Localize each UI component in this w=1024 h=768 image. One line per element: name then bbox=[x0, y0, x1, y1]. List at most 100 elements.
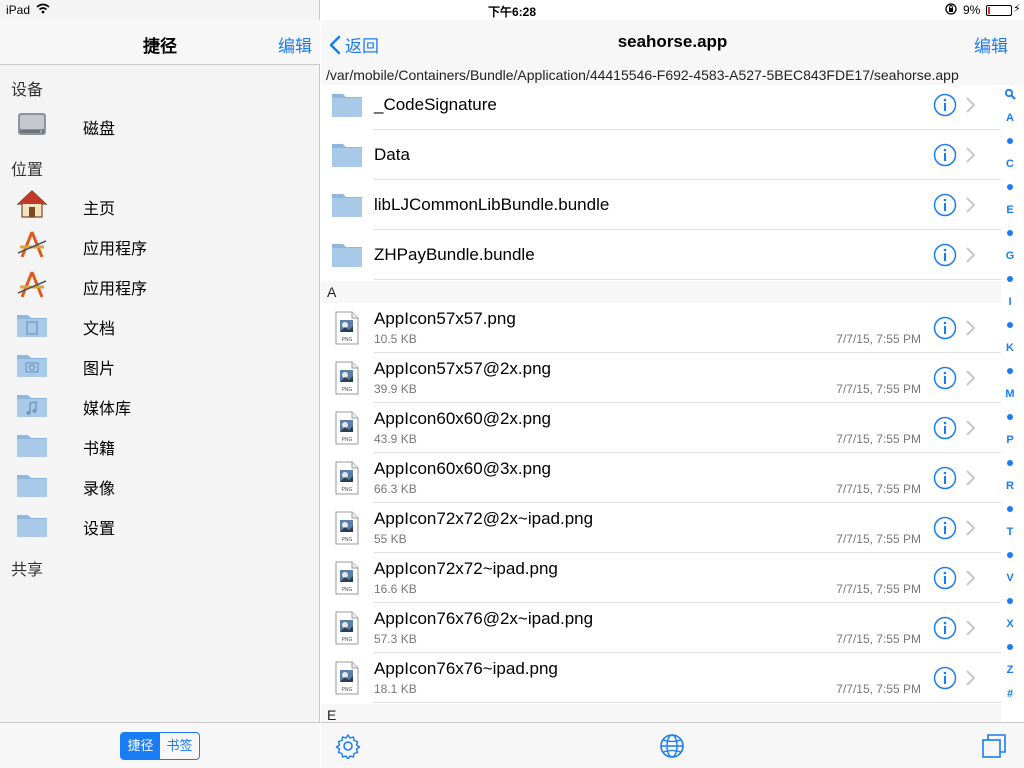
sidebar-item-label: 应用程序 bbox=[83, 281, 148, 298]
index-dot[interactable] bbox=[1007, 230, 1013, 236]
index-letter[interactable]: X bbox=[999, 618, 1021, 630]
file-name: AppIcon76x76@2x~ipad.png bbox=[374, 609, 594, 628]
gear-icon[interactable] bbox=[335, 733, 361, 759]
index-dot[interactable] bbox=[1007, 138, 1013, 144]
search-icon[interactable] bbox=[1004, 88, 1016, 100]
sidebar-item-documents[interactable]: 文档 bbox=[0, 304, 320, 344]
index-dot[interactable] bbox=[1007, 414, 1013, 420]
index-dot[interactable] bbox=[1007, 460, 1013, 466]
index-letter[interactable]: # bbox=[999, 688, 1021, 700]
file-row[interactable]: PNG AppIcon60x60@3x.png 66.3 KB 7/7/15, 7:5… bbox=[321, 453, 1001, 503]
folder-icon bbox=[332, 94, 362, 117]
info-icon[interactable] bbox=[933, 316, 957, 340]
sidebar-item-label: 设置 bbox=[83, 521, 116, 538]
sidebar-item-home[interactable]: 主页 bbox=[0, 184, 320, 224]
index-dot[interactable] bbox=[1007, 644, 1013, 650]
sidebar-item-books[interactable]: 书籍 bbox=[0, 424, 320, 464]
file-size: 55 KB bbox=[374, 532, 407, 546]
index-letter[interactable]: Z bbox=[999, 664, 1021, 676]
index-letter[interactable]: P bbox=[999, 434, 1021, 446]
png-file-icon: PNG bbox=[335, 561, 359, 595]
info-icon[interactable] bbox=[933, 466, 957, 490]
section-header-locations: 位置 bbox=[11, 162, 44, 179]
index-letter[interactable]: A bbox=[999, 112, 1021, 124]
segment-bookmarks[interactable]: 书签 bbox=[160, 733, 199, 759]
index-dot[interactable] bbox=[1007, 368, 1013, 374]
folder-name: _CodeSignature bbox=[374, 95, 497, 114]
chevron-right-icon bbox=[966, 197, 975, 213]
right-edit-button[interactable]: 编辑 bbox=[974, 32, 1008, 57]
sidebar-item-label: 磁盘 bbox=[83, 121, 116, 138]
folder-row[interactable]: _CodeSignature bbox=[321, 80, 1001, 130]
file-row[interactable]: PNG AppIcon76x76@2x~ipad.png 57.3 KB 7/7/15… bbox=[321, 603, 1001, 653]
file-row[interactable]: PNG AppIcon72x72~ipad.png 16.6 KB 7/7/15, 7… bbox=[321, 553, 1001, 603]
file-size: 18.1 KB bbox=[374, 682, 417, 696]
charging-bolt-icon: ⚡ bbox=[1013, 3, 1021, 15]
applications-icon bbox=[16, 269, 48, 299]
info-icon[interactable] bbox=[933, 666, 957, 690]
info-icon[interactable] bbox=[933, 143, 957, 167]
alphabet-index[interactable]: A C E G I K M P R T V X Z # bbox=[999, 86, 1021, 706]
folder-row[interactable]: Data bbox=[321, 130, 1001, 180]
sidebar-item-media-library[interactable]: 媒体库 bbox=[0, 384, 320, 424]
index-dot[interactable] bbox=[1007, 184, 1013, 190]
folder-icon bbox=[16, 429, 48, 459]
sidebar-item-settings[interactable]: 设置 bbox=[0, 504, 320, 544]
index-dot[interactable] bbox=[1007, 552, 1013, 558]
folder-row[interactable]: libLJCommonLibBundle.bundle bbox=[321, 180, 1001, 230]
segment-shortcuts[interactable]: 捷径 bbox=[121, 733, 160, 759]
file-type-label: PNG bbox=[342, 437, 353, 443]
file-size: 66.3 KB bbox=[374, 482, 417, 496]
file-type-label: PNG bbox=[342, 587, 353, 593]
index-letter[interactable]: C bbox=[999, 158, 1021, 170]
png-file-icon: PNG bbox=[335, 511, 359, 545]
info-icon[interactable] bbox=[933, 566, 957, 590]
chevron-right-icon bbox=[966, 520, 975, 536]
info-icon[interactable] bbox=[933, 93, 957, 117]
globe-icon[interactable] bbox=[659, 733, 685, 759]
file-row[interactable]: PNG AppIcon76x76~ipad.png 18.1 KB 7/7/15, 7… bbox=[321, 653, 1001, 703]
folder-row[interactable]: ZHPayBundle.bundle bbox=[321, 230, 1001, 280]
sidebar-item-videos[interactable]: 录像 bbox=[0, 464, 320, 504]
index-letter[interactable]: G bbox=[999, 250, 1021, 262]
sidebar-item-applications-2[interactable]: 应用程序 bbox=[0, 264, 320, 304]
info-icon[interactable] bbox=[933, 616, 957, 640]
windows-icon[interactable] bbox=[981, 733, 1007, 759]
info-icon[interactable] bbox=[933, 243, 957, 267]
info-icon[interactable] bbox=[933, 516, 957, 540]
png-file-icon: PNG bbox=[335, 361, 359, 395]
index-dot[interactable] bbox=[1007, 598, 1013, 604]
index-dot[interactable] bbox=[1007, 276, 1013, 282]
png-file-icon: PNG bbox=[335, 461, 359, 495]
pictures-folder-icon bbox=[16, 349, 48, 379]
index-letter[interactable]: M bbox=[999, 388, 1021, 400]
info-icon[interactable] bbox=[933, 416, 957, 440]
index-letter[interactable]: I bbox=[999, 296, 1021, 308]
index-letter[interactable]: V bbox=[999, 572, 1021, 584]
sidebar-item-disk[interactable]: 磁盘 bbox=[0, 104, 320, 144]
index-letter[interactable]: K bbox=[999, 342, 1021, 354]
info-icon[interactable] bbox=[933, 366, 957, 390]
file-row[interactable]: PNG AppIcon72x72@2x~ipad.png 55 KB 7/7/15, … bbox=[321, 503, 1001, 553]
sidebar-item-pictures[interactable]: 图片 bbox=[0, 344, 320, 384]
file-type-label: PNG bbox=[342, 387, 353, 393]
file-row[interactable]: PNG AppIcon60x60@2x.png 43.9 KB 7/7/15, 7:5… bbox=[321, 403, 1001, 453]
file-row[interactable]: PNG AppIcon57x57.png 10.5 KB 7/7/15, 7:55 P… bbox=[321, 303, 1001, 353]
sidebar-item-applications[interactable]: 应用程序 bbox=[0, 224, 320, 264]
folder-icon bbox=[16, 469, 48, 499]
index-letter[interactable]: E bbox=[999, 204, 1021, 216]
index-letter[interactable]: T bbox=[999, 526, 1021, 538]
file-type-label: PNG bbox=[342, 537, 353, 543]
chevron-right-icon bbox=[966, 620, 975, 636]
file-size: 39.9 KB bbox=[374, 382, 417, 396]
index-dot[interactable] bbox=[1007, 506, 1013, 512]
index-letter[interactable]: R bbox=[999, 480, 1021, 492]
index-dot[interactable] bbox=[1007, 322, 1013, 328]
battery-icon bbox=[986, 5, 1012, 16]
file-name: AppIcon72x72@2x~ipad.png bbox=[374, 509, 594, 528]
folder-icon bbox=[332, 244, 362, 267]
file-row[interactable]: PNG AppIcon57x57@2x.png 39.9 KB 7/7/15, 7:5… bbox=[321, 353, 1001, 403]
file-type-label: PNG bbox=[342, 337, 353, 343]
left-edit-button[interactable]: 编辑 bbox=[278, 32, 312, 57]
info-icon[interactable] bbox=[933, 193, 957, 217]
